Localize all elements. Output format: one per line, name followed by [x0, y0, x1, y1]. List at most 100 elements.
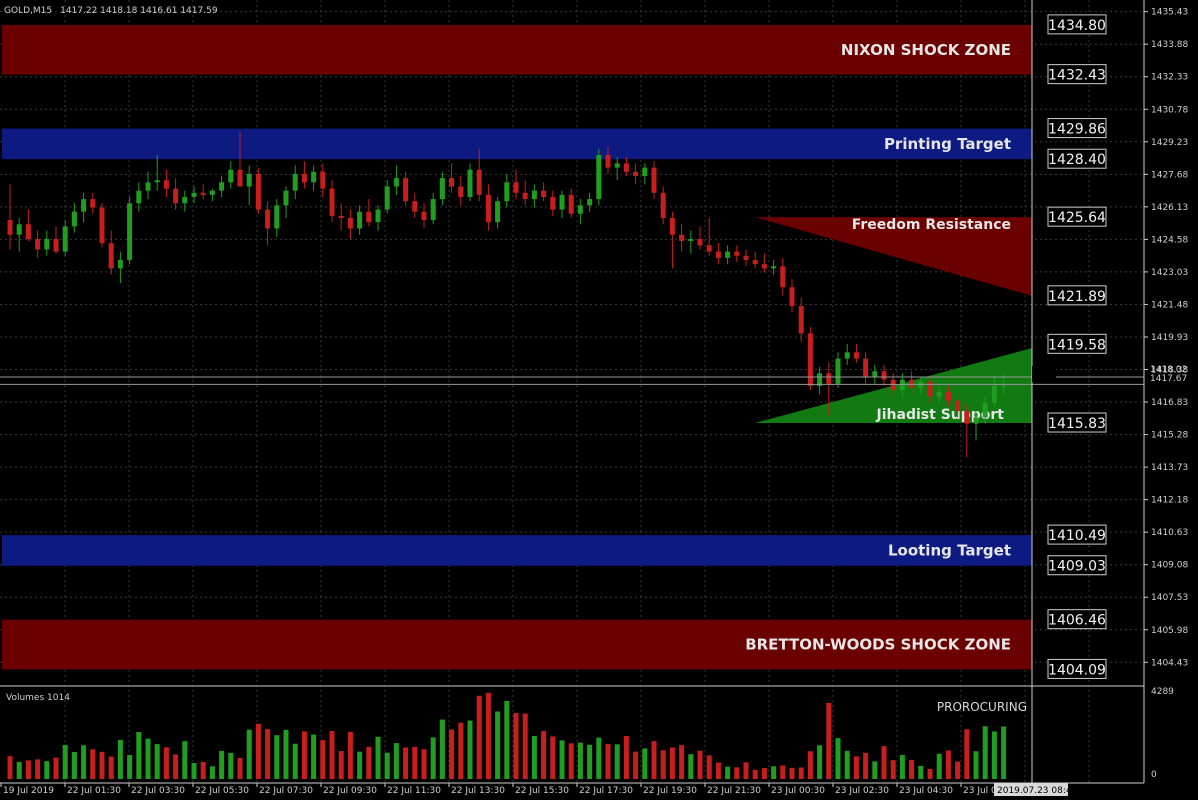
candle-body — [771, 266, 777, 269]
candle-body — [375, 209, 381, 223]
indicator-text: PROROCURING — [937, 700, 1027, 714]
candle-body — [421, 211, 427, 221]
time-tick-label: 22 Jul 17:30 — [579, 786, 633, 796]
candle-body — [320, 171, 326, 189]
volume-bar — [71, 752, 77, 779]
volume-bar — [485, 692, 491, 779]
volume-indicator-label: Volumes 1014 — [6, 693, 70, 703]
volume-bar — [706, 755, 712, 779]
candle-body — [467, 169, 473, 197]
price-tick-label: 1407.53 — [1151, 593, 1188, 603]
candle-body — [384, 186, 390, 210]
zone-band — [2, 535, 1032, 566]
volume-bar — [476, 695, 482, 779]
volume-bar — [283, 729, 289, 779]
volume-bar — [439, 719, 445, 779]
volume-bar — [53, 757, 59, 779]
candle-body — [219, 182, 225, 191]
volume-bar — [403, 747, 409, 779]
candle-body — [596, 155, 602, 200]
candle-body — [366, 211, 372, 223]
volume-bar — [899, 755, 905, 779]
volume-bar — [798, 767, 804, 779]
volume-bar — [541, 731, 547, 779]
zone-label: NIXON SHOCK ZONE — [841, 41, 1011, 59]
volume-bar — [623, 735, 629, 779]
volume-bar — [1001, 726, 1007, 779]
volume-bar — [384, 752, 390, 779]
volume-bar — [117, 739, 123, 779]
volume-bar — [108, 756, 114, 779]
candle-body — [559, 194, 565, 210]
candle-body — [71, 211, 77, 227]
candle-body — [734, 251, 740, 256]
candle-body — [964, 411, 970, 424]
candle-body — [881, 371, 887, 380]
volume-bar — [7, 756, 13, 779]
volume-bar — [973, 751, 979, 779]
candle-body — [255, 173, 261, 210]
price-tick-label: 1409.08 — [1151, 561, 1188, 571]
time-tick-label: 22 Jul 13:30 — [451, 786, 505, 796]
volume-bar — [826, 702, 832, 779]
price-tick-label: 1412.18 — [1151, 496, 1188, 506]
candle-body — [614, 163, 620, 168]
volume-bar — [596, 737, 602, 779]
candle-body — [752, 259, 758, 265]
candle-body — [798, 306, 804, 334]
volume-bar — [927, 768, 933, 779]
candle-body — [743, 255, 749, 260]
candle-body — [945, 392, 951, 401]
candle-body — [991, 385, 997, 403]
candle-body — [274, 205, 280, 229]
candle-body — [449, 178, 455, 187]
volume-bar — [467, 720, 473, 779]
volume-bar — [35, 759, 41, 779]
price-tick-label: 1427.68 — [1151, 170, 1188, 180]
time-tick-label: 23 Jul 04:30 — [899, 786, 953, 796]
candle-body — [311, 171, 317, 183]
price-tick-label: 1416.83 — [1151, 398, 1188, 408]
volume-bar — [154, 744, 160, 779]
candle-body — [568, 194, 574, 214]
time-tick-label: 19 Jul 2019 — [3, 786, 54, 796]
candle-body — [430, 199, 436, 221]
volume-bar — [550, 736, 556, 779]
time-tick-label: 22 Jul 07:30 — [259, 786, 313, 796]
price-tick-label: 1435.43 — [1151, 8, 1188, 18]
candle-body — [163, 180, 169, 189]
candle-body — [338, 215, 344, 218]
candle-body — [715, 251, 721, 258]
candle-body — [706, 245, 712, 252]
volume-bar — [393, 743, 399, 779]
candle-body — [633, 171, 639, 176]
volume-bar — [964, 729, 970, 779]
volume-bar — [301, 731, 307, 779]
volume-bar — [163, 747, 169, 779]
symbol-label: GOLD,M15 — [4, 6, 52, 16]
time-tick-label: 22 Jul 03:30 — [131, 786, 185, 796]
volume-bar — [881, 746, 887, 779]
candle-body — [936, 392, 942, 397]
volume-bar — [136, 732, 142, 779]
candle-body — [697, 238, 703, 246]
candle-body — [826, 373, 832, 384]
level-value: 1410.49 — [1048, 528, 1106, 544]
candle-body — [669, 217, 675, 235]
candle-body — [651, 167, 657, 193]
candle-body — [807, 333, 813, 386]
volume-bar — [853, 756, 859, 779]
candle-body — [605, 155, 611, 168]
price-tick-label: 1423.03 — [1151, 268, 1188, 278]
candle-body — [495, 201, 501, 223]
trading-chart[interactable]: NIXON SHOCK ZONE Printing Target Looting T… — [0, 0, 1198, 800]
candle-body — [955, 400, 961, 412]
volume-bar — [228, 752, 234, 779]
volume-bar — [522, 713, 528, 779]
time-tick-label: 22 Jul 19:30 — [643, 786, 697, 796]
candle-body — [982, 402, 988, 418]
volume-bar — [918, 765, 924, 779]
volume-bar — [568, 743, 574, 779]
candle-body — [53, 238, 59, 252]
candle-body — [909, 379, 915, 388]
